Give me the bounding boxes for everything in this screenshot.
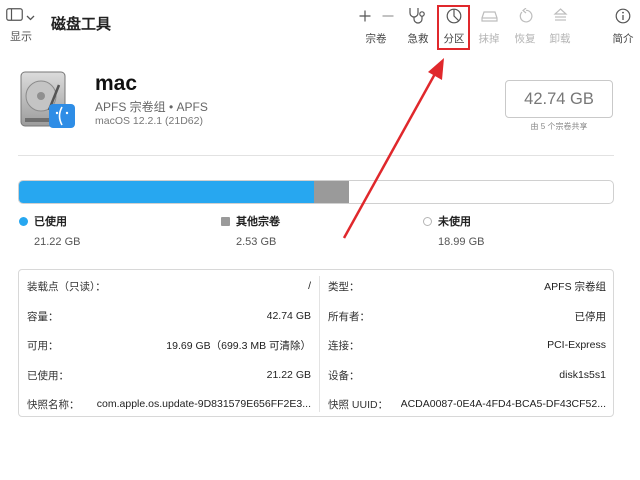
info-value: PCI-Express xyxy=(547,339,606,351)
sidebar-icon xyxy=(6,8,23,26)
info-button[interactable]: 简介 xyxy=(605,8,640,46)
partition-highlight-box xyxy=(437,5,470,50)
car-icon xyxy=(480,9,499,28)
eject-icon xyxy=(552,7,568,29)
free-value: 18.99 GB xyxy=(438,236,485,248)
info-value: disk1s5s1 xyxy=(559,369,606,381)
info-row-mount-point: 装载点（只读）： / xyxy=(19,271,319,301)
info-row-type: 类型： APFS 宗卷组 xyxy=(320,271,614,301)
used-value: 21.22 GB xyxy=(34,236,81,248)
plus-icon xyxy=(359,9,371,27)
info-row-owners: 所有者： 已停用 xyxy=(320,301,614,331)
restore-button[interactable]: 恢复 xyxy=(507,7,543,46)
restore-icon xyxy=(518,7,533,29)
info-value: ACDA0087-0E4A-4FD4-BCA5-DF43CF52... xyxy=(400,398,606,410)
unmount-label: 卸载 xyxy=(549,33,571,45)
other-dot-icon xyxy=(221,216,230,226)
info-icon xyxy=(615,8,631,29)
legend-other: 其他宗卷 2.53 GB xyxy=(221,213,280,248)
minus-icon xyxy=(382,9,394,27)
info-key: 快照名称： xyxy=(27,398,80,411)
info-row-capacity: 容量： 42.74 GB xyxy=(19,301,319,331)
unmount-button[interactable]: 卸载 xyxy=(542,7,578,46)
hard-drive-icon xyxy=(19,70,77,130)
info-left-column: 装载点（只读）： / 容量： 42.74 GB 可用： 19.69 GB（699… xyxy=(19,270,319,416)
used-dot-icon xyxy=(19,216,28,226)
info-row-snapshot-uuid: 快照 UUID： ACDA0087-0E4A-4FD4-BCA5-DF43CF5… xyxy=(320,389,614,419)
used-label: 已使用 xyxy=(34,216,67,228)
usage-bar xyxy=(18,180,614,204)
capacity-display: 42.74 GB xyxy=(505,80,613,118)
stethoscope-icon xyxy=(408,7,428,29)
info-value: APFS 宗卷组 xyxy=(544,280,606,293)
free-dot-icon xyxy=(423,216,432,226)
info-table: 装载点（只读）： / 容量： 42.74 GB 可用： 19.69 GB（699… xyxy=(18,269,614,417)
capacity-note: 由 5 个宗卷共享 xyxy=(530,122,588,131)
info-key: 连接： xyxy=(328,339,360,352)
info-row-snapshot-name: 快照名称： com.apple.os.update-9D831579E656FF… xyxy=(19,389,319,419)
app-title: 磁盘工具 xyxy=(51,16,112,33)
volume-button[interactable]: 宗卷 xyxy=(353,8,399,46)
info-value: com.apple.os.update-9D831579E656FF2E3... xyxy=(96,398,311,410)
info-row-available: 可用： 19.69 GB（699.3 MB 可清除） xyxy=(19,330,319,360)
first-aid-button[interactable]: 急救 xyxy=(400,8,436,46)
info-row-connection: 连接： PCI-Express xyxy=(320,330,614,360)
info-key: 可用： xyxy=(27,339,59,352)
erase-button[interactable]: 抹掉 xyxy=(471,8,507,46)
info-right-column: 类型： APFS 宗卷组 所有者： 已停用 连接： PCI-Express 设备… xyxy=(320,270,614,416)
info-key: 容量： xyxy=(27,310,59,323)
view-label: 显示 xyxy=(10,31,32,43)
info-key: 快照 UUID： xyxy=(328,398,389,411)
erase-label: 抹掉 xyxy=(478,33,500,45)
info-value: 21.22 GB xyxy=(266,369,311,381)
legend-used: 已使用 21.22 GB xyxy=(19,213,80,248)
restore-label: 恢复 xyxy=(514,33,536,45)
info-value: / xyxy=(308,280,311,292)
free-label: 未使用 xyxy=(438,216,471,228)
info-key: 设备： xyxy=(328,369,360,382)
info-value: 42.74 GB xyxy=(266,310,311,322)
usage-segment-used xyxy=(19,181,314,203)
info-value: 19.69 GB（699.3 MB 可清除） xyxy=(166,339,311,352)
legend-free: 未使用 18.99 GB xyxy=(423,213,484,248)
info-row-used: 已使用： 21.22 GB xyxy=(19,360,319,390)
info-value: 已停用 xyxy=(574,310,607,323)
volume-name: mac xyxy=(95,72,138,95)
info-key: 类型： xyxy=(328,280,360,293)
info-key: 所有者： xyxy=(328,310,370,323)
volume-type: APFS 宗卷组 • APFS xyxy=(95,100,208,114)
volume-label: 宗卷 xyxy=(365,33,387,45)
chevron-down-icon xyxy=(26,8,35,26)
other-value: 2.53 GB xyxy=(236,236,277,248)
divider xyxy=(18,155,614,156)
first-aid-label: 急救 xyxy=(407,33,429,45)
view-toggle[interactable]: 显示 xyxy=(6,8,35,44)
usage-segment-other xyxy=(313,181,350,203)
toolbar: 显示 磁盘工具 宗卷 急救 分区 抹掉 恢复 卸载 简介 xyxy=(0,0,640,50)
info-label: 简介 xyxy=(612,33,634,45)
info-row-device: 设备： disk1s5s1 xyxy=(320,360,614,390)
info-key: 已使用： xyxy=(27,369,69,382)
volume-os-version: macOS 12.2.1 (21D62) xyxy=(95,115,203,127)
other-label: 其他宗卷 xyxy=(236,216,280,228)
info-key: 装载点（只读）： xyxy=(27,280,106,293)
